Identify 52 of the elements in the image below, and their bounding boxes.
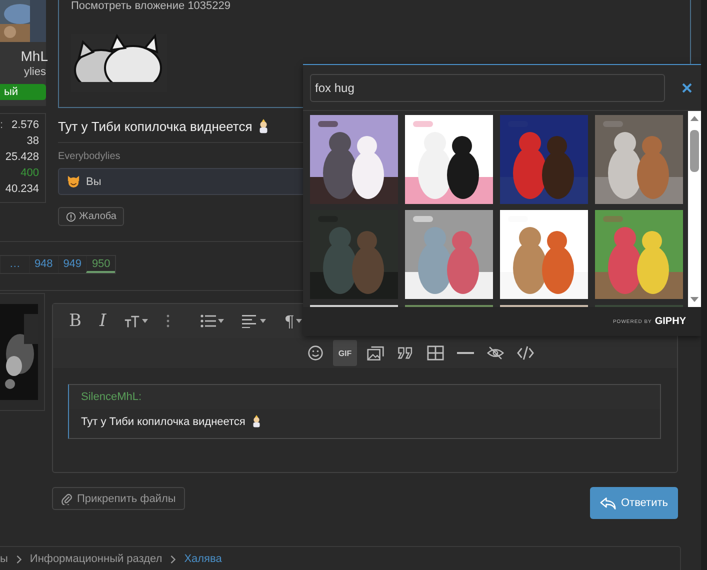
gif-button[interactable]: GIF — [333, 340, 357, 366]
chevron-icon — [170, 554, 176, 564]
text-size-icon — [124, 314, 140, 328]
eye-slash-icon — [486, 345, 504, 361]
post-message: Тут у Тиби копилочка виднеется — [58, 119, 252, 134]
search-field[interactable]: fox hug — [310, 74, 665, 102]
italic-button[interactable]: I — [96, 309, 110, 333]
scrollbar[interactable] — [688, 111, 701, 307]
scroll-up-icon[interactable] — [690, 116, 699, 121]
stat-value: 40.234 — [5, 182, 39, 196]
stat-label: : — [0, 118, 4, 132]
bold-button[interactable]: B — [65, 309, 86, 333]
user-badge: ый — [0, 84, 46, 100]
paperclip-icon — [61, 492, 72, 505]
scrollbar-thumb[interactable] — [690, 130, 699, 172]
image-icon — [366, 345, 384, 361]
stat-value: 38 — [26, 134, 39, 148]
quote-text: Тут у Тиби копилочка виднеется — [81, 416, 246, 428]
stat-value: 2.576 — [11, 118, 39, 132]
horizontal-rule-icon — [456, 352, 474, 354]
quote-icon — [396, 345, 414, 361]
username[interactable]: MhL — [20, 48, 48, 64]
more-dots-icon — [166, 314, 170, 328]
reaction-user[interactable]: Вы — [86, 176, 102, 188]
attachment-link[interactable]: Посмотреть вложение 1035229 — [71, 0, 690, 12]
align-icon — [242, 314, 258, 328]
warning-icon — [66, 212, 76, 222]
reply-button[interactable]: Ответить — [590, 487, 678, 519]
close-icon[interactable] — [682, 82, 692, 92]
attach-files-button[interactable]: Прикрепить файлы — [52, 487, 185, 510]
user-title: ylies — [24, 66, 46, 78]
table-icon — [426, 345, 444, 361]
stat-value: 400 — [20, 166, 39, 180]
scroll-down-icon[interactable] — [690, 297, 699, 302]
stat-value: 25.428 — [5, 150, 39, 164]
page-link[interactable]: 950 — [86, 256, 115, 273]
reply-arrow-icon — [600, 496, 616, 510]
smiley-icon — [306, 345, 324, 361]
chevron-icon — [16, 554, 22, 564]
page-link[interactable]: 949 — [58, 256, 86, 273]
cat-face-icon — [67, 175, 80, 188]
list-icon — [200, 314, 216, 328]
breadcrumb-link[interactable]: Информационный раздел — [30, 553, 162, 565]
brand-label: GIPHY — [654, 316, 686, 327]
code-icon — [516, 345, 534, 361]
page-link[interactable]: … — [0, 256, 29, 273]
signature: Everybodylies — [58, 151, 120, 162]
report-button[interactable]: Жалоба — [58, 207, 124, 226]
breadcrumb-link[interactable]: Халява — [184, 553, 222, 565]
page-link[interactable]: 948 — [28, 256, 58, 273]
paragraph-button[interactable]: ¶ — [280, 309, 306, 333]
breadcrumb-link[interactable]: ы — [0, 553, 8, 565]
